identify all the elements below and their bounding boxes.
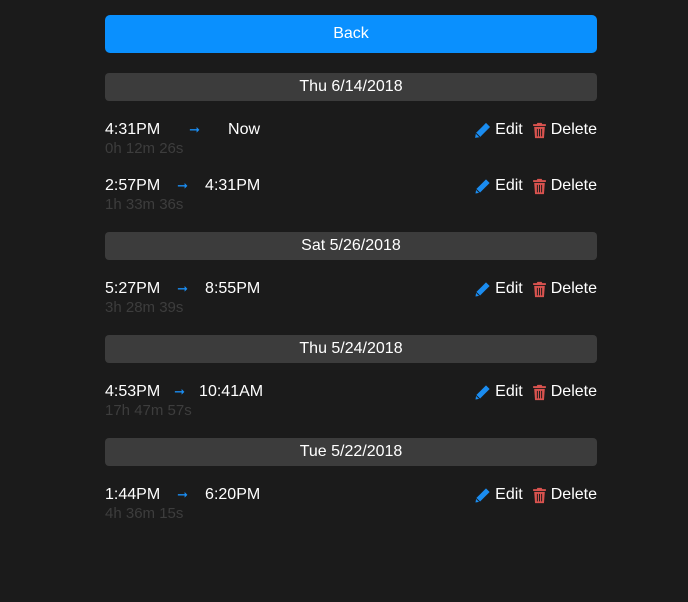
day-header: Thu 6/14/2018 (105, 73, 597, 101)
trash-icon (532, 384, 546, 400)
pencil-icon (475, 178, 490, 194)
delete-button[interactable]: Delete (532, 177, 597, 195)
time-range: 5:27PM ➞ 8:55PM (105, 280, 260, 298)
duration: 17h 47m 57s (105, 402, 192, 419)
time-entry: 4:31PM ➞ Now 0h 12m 26s Edit Delete (105, 101, 597, 157)
time-range: 2:57PM ➞ 4:31PM (105, 177, 260, 195)
day-group: Thu 5/24/2018 4:53PM ➞ 10:41AM 17h 47m 5… (105, 335, 597, 419)
end-time: 6:20PM (205, 486, 261, 503)
day-header: Thu 5/24/2018 (105, 335, 597, 363)
entry-actions: Edit Delete (474, 121, 597, 139)
trash-icon (532, 178, 546, 194)
day-group: Tue 5/22/2018 1:44PM ➞ 6:20PM 4h 36m 15s… (105, 438, 597, 522)
time-entry: 5:27PM ➞ 8:55PM 3h 28m 39s Edit Delete (105, 260, 597, 316)
edit-button[interactable]: Edit (474, 383, 523, 401)
entry-actions: Edit Delete (474, 177, 597, 195)
time-log: Back Thu 6/14/2018 4:31PM ➞ Now 0h 12m 2… (105, 15, 597, 522)
entry-actions: Edit Delete (474, 280, 597, 298)
entry-actions: Edit Delete (474, 383, 597, 401)
arrow-right-icon: ➞ (177, 487, 189, 502)
delete-button[interactable]: Delete (532, 121, 597, 139)
duration: 3h 28m 39s (105, 299, 184, 316)
day-group: Thu 6/14/2018 4:31PM ➞ Now 0h 12m 26s Ed… (105, 73, 597, 213)
pencil-icon (475, 487, 490, 503)
start-time: 4:31PM (105, 121, 161, 138)
delete-label: Delete (550, 177, 597, 194)
duration: 1h 33m 36s (105, 196, 184, 213)
time-entry: 2:57PM ➞ 4:31PM 1h 33m 36s Edit Delete (105, 157, 597, 213)
duration: 4h 36m 15s (105, 505, 184, 522)
delete-label: Delete (550, 280, 597, 297)
edit-label: Edit (495, 121, 523, 138)
delete-button[interactable]: Delete (532, 486, 597, 504)
edit-button[interactable]: Edit (474, 486, 523, 504)
time-entry: 4:53PM ➞ 10:41AM 17h 47m 57s Edit Delete (105, 363, 597, 419)
pencil-icon (475, 384, 490, 400)
trash-icon (532, 122, 546, 138)
edit-label: Edit (495, 383, 523, 400)
start-time: 5:27PM (105, 280, 161, 297)
delete-label: Delete (550, 486, 597, 503)
start-time: 1:44PM (105, 486, 161, 503)
end-time: 10:41AM (199, 383, 264, 400)
pencil-icon (475, 122, 491, 138)
day-header: Sat 5/26/2018 (105, 232, 597, 260)
edit-label: Edit (495, 486, 523, 503)
time-range: 4:53PM ➞ 10:41AM (105, 383, 263, 401)
arrow-right-icon: ➞ (189, 122, 201, 137)
end-time: 4:31PM (205, 177, 261, 194)
arrow-right-icon: ➞ (177, 178, 189, 193)
edit-label: Edit (495, 177, 523, 194)
back-button[interactable]: Back (105, 15, 597, 53)
edit-button[interactable]: Edit (474, 177, 523, 195)
arrow-right-icon: ➞ (177, 281, 189, 296)
time-range: 4:31PM ➞ Now (105, 121, 260, 139)
pencil-icon (475, 281, 490, 297)
trash-icon (532, 487, 546, 503)
delete-button[interactable]: Delete (532, 383, 597, 401)
entry-actions: Edit Delete (474, 486, 597, 504)
delete-button[interactable]: Delete (532, 280, 597, 298)
time-entry: 1:44PM ➞ 6:20PM 4h 36m 15s Edit Delete (105, 466, 597, 522)
delete-label: Delete (550, 121, 597, 138)
day-group: Sat 5/26/2018 5:27PM ➞ 8:55PM 3h 28m 39s… (105, 232, 597, 316)
end-time: Now (228, 121, 261, 138)
start-time: 2:57PM (105, 177, 161, 194)
arrow-right-icon: ➞ (174, 384, 186, 399)
time-range: 1:44PM ➞ 6:20PM (105, 486, 260, 504)
duration: 0h 12m 26s (105, 140, 184, 157)
edit-label: Edit (495, 280, 523, 297)
start-time: 4:53PM (105, 383, 161, 400)
edit-button[interactable]: Edit (474, 121, 523, 139)
delete-label: Delete (550, 383, 597, 400)
edit-button[interactable]: Edit (474, 280, 523, 298)
trash-icon (532, 281, 546, 297)
end-time: 8:55PM (205, 280, 261, 297)
day-header: Tue 5/22/2018 (105, 438, 597, 466)
